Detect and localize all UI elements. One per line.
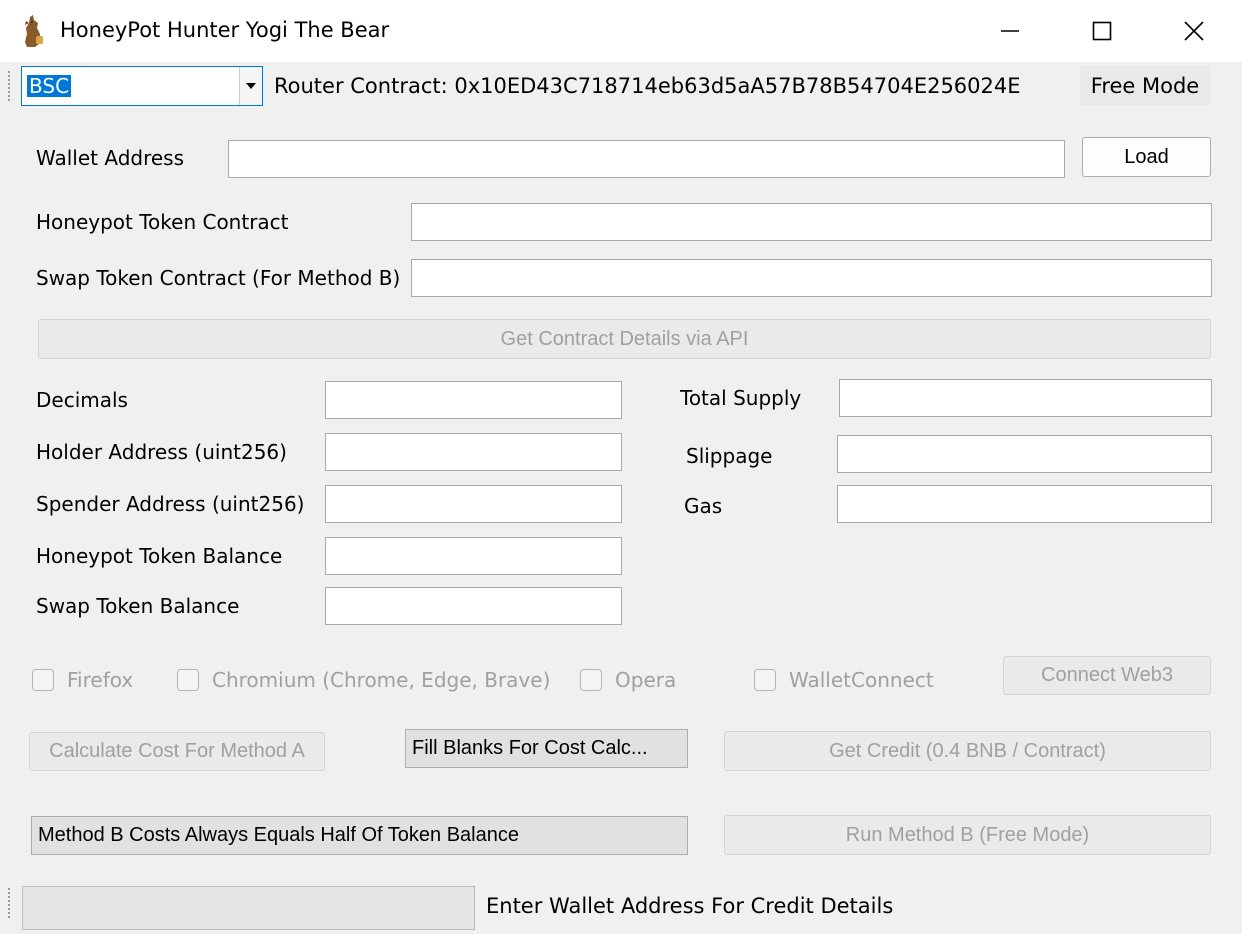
holder-address-label: Holder Address (uint256) [36, 440, 287, 464]
swap-balance-label: Swap Token Balance [36, 594, 240, 618]
total-supply-label: Total Supply [680, 386, 802, 410]
opera-checkbox-box[interactable] [580, 669, 602, 691]
app-window: HoneyPot Hunter Yogi The Bear BSC Router… [0, 0, 1242, 934]
firefox-checkbox-box[interactable] [32, 669, 54, 691]
opera-checkbox-label: Opera [615, 668, 677, 692]
swap-contract-input[interactable] [411, 259, 1212, 297]
grip-icon[interactable] [7, 71, 11, 103]
slippage-input[interactable] [837, 435, 1212, 473]
gas-label: Gas [684, 494, 723, 518]
window-title: HoneyPot Hunter Yogi The Bear [60, 18, 390, 42]
mode-label: Free Mode [1080, 66, 1210, 106]
gas-input[interactable] [837, 485, 1212, 523]
progress-bar [22, 886, 475, 930]
swap-contract-label: Swap Token Contract (For Method B) [36, 266, 401, 290]
spender-address-input[interactable] [325, 485, 622, 523]
walletconnect-checkbox[interactable]: WalletConnect [754, 665, 934, 695]
close-button[interactable] [1148, 0, 1240, 62]
holder-address-input[interactable] [325, 433, 622, 471]
calculate-method-a-button[interactable]: Calculate Cost For Method A [29, 732, 325, 771]
slippage-label: Slippage [686, 444, 773, 468]
wallet-address-label: Wallet Address [36, 146, 185, 170]
firefox-checkbox-label: Firefox [67, 668, 134, 692]
minimize-button[interactable] [964, 0, 1056, 62]
get-credit-button[interactable]: Get Credit (0.4 BNB / Contract) [724, 731, 1211, 771]
walletconnect-checkbox-label: WalletConnect [789, 668, 934, 692]
total-supply-input[interactable] [839, 379, 1212, 417]
connect-web3-button[interactable]: Connect Web3 [1003, 656, 1211, 695]
load-button[interactable]: Load [1082, 137, 1211, 177]
network-selected: BSC [27, 74, 72, 98]
get-contract-details-button[interactable]: Get Contract Details via API [38, 319, 1211, 359]
maximize-button[interactable] [1056, 0, 1148, 62]
router-contract-label: Router Contract: 0x10ED43C718714eb63d5aA… [274, 74, 1021, 98]
resize-grip[interactable] [1180, 882, 1242, 934]
honeypot-balance-label: Honeypot Token Balance [36, 544, 283, 568]
close-icon [1184, 21, 1204, 41]
decimals-input[interactable] [325, 381, 622, 419]
run-method-b-button[interactable]: Run Method B (Free Mode) [724, 815, 1211, 855]
maximize-icon [1092, 21, 1112, 41]
chromium-checkbox-label: Chromium (Chrome, Edge, Brave) [212, 668, 551, 692]
spender-address-label: Spender Address (uint256) [36, 492, 305, 516]
chromium-checkbox-box[interactable] [177, 669, 199, 691]
bear-app-icon [25, 15, 43, 47]
honeypot-contract-input[interactable] [411, 203, 1212, 241]
fill-blanks-button[interactable]: Fill Blanks For Cost Calc... [405, 729, 688, 768]
minimize-icon [1001, 30, 1019, 32]
swap-balance-input[interactable] [325, 587, 622, 625]
title-bar: HoneyPot Hunter Yogi The Bear [0, 0, 1242, 62]
decimals-label: Decimals [36, 388, 128, 412]
walletconnect-checkbox-box[interactable] [754, 669, 776, 691]
honeypot-contract-label: Honeypot Token Contract [36, 210, 289, 234]
honeypot-balance-input[interactable] [325, 537, 622, 575]
status-grip-icon[interactable] [7, 888, 11, 920]
status-bar: Enter Wallet Address For Credit Details [0, 882, 1242, 934]
toolbar: BSC Router Contract: 0x10ED43C718714eb63… [0, 62, 1242, 112]
dropdown-arrow-icon[interactable] [239, 67, 262, 105]
firefox-checkbox[interactable]: Firefox [32, 665, 133, 695]
chromium-checkbox[interactable]: Chromium (Chrome, Edge, Brave) [177, 665, 550, 695]
status-text: Enter Wallet Address For Credit Details [486, 894, 894, 918]
method-b-info-button[interactable]: Method B Costs Always Equals Half Of Tok… [31, 816, 688, 855]
network-dropdown[interactable]: BSC [21, 66, 263, 106]
opera-checkbox[interactable]: Opera [580, 665, 676, 695]
wallet-address-input[interactable] [228, 140, 1065, 178]
